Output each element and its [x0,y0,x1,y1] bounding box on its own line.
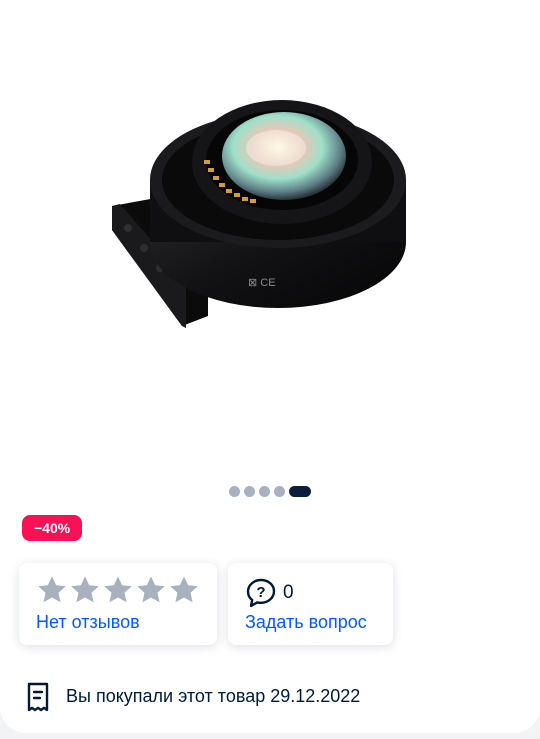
no-reviews-link[interactable]: Нет отзывов [36,612,140,633]
star-icon [137,576,165,603]
questions-count: 0 [283,582,294,603]
question-bubble-icon: ? [246,578,276,608]
star-icon [71,576,99,603]
purchase-date-text: Вы покупали этот товар 29.12.2022 [66,686,361,706]
pagination-dot[interactable] [274,486,285,497]
product-gallery[interactable]: ⊠ CE [0,0,540,470]
pagination-dot[interactable] [229,486,240,497]
reviews-card[interactable]: Нет отзывов [19,563,217,645]
purchase-history-bar: Вы покупали этот товар 29.12.2022 [0,668,540,733]
star-icon [104,576,132,603]
receipt-icon [27,682,49,712]
product-image[interactable]: ⊠ CE [100,70,420,340]
svg-text:⊠ CE: ⊠ CE [248,277,276,289]
gallery-pagination[interactable] [0,486,540,497]
product-card: ⊠ CE −40% Нет отзывов ? 0 Задать вопрос [0,0,540,733]
pagination-dot[interactable] [244,486,255,497]
star-icon [170,576,198,603]
ask-question-link[interactable]: Задать вопрос [245,612,367,633]
star-icon [38,576,66,603]
discount-badge: −40% [22,515,83,541]
rating-stars [36,574,200,606]
svg-text:?: ? [256,584,265,601]
pagination-dot[interactable] [259,486,270,497]
pagination-dot-active[interactable] [289,486,311,497]
questions-card[interactable]: ? 0 Задать вопрос [228,563,393,645]
